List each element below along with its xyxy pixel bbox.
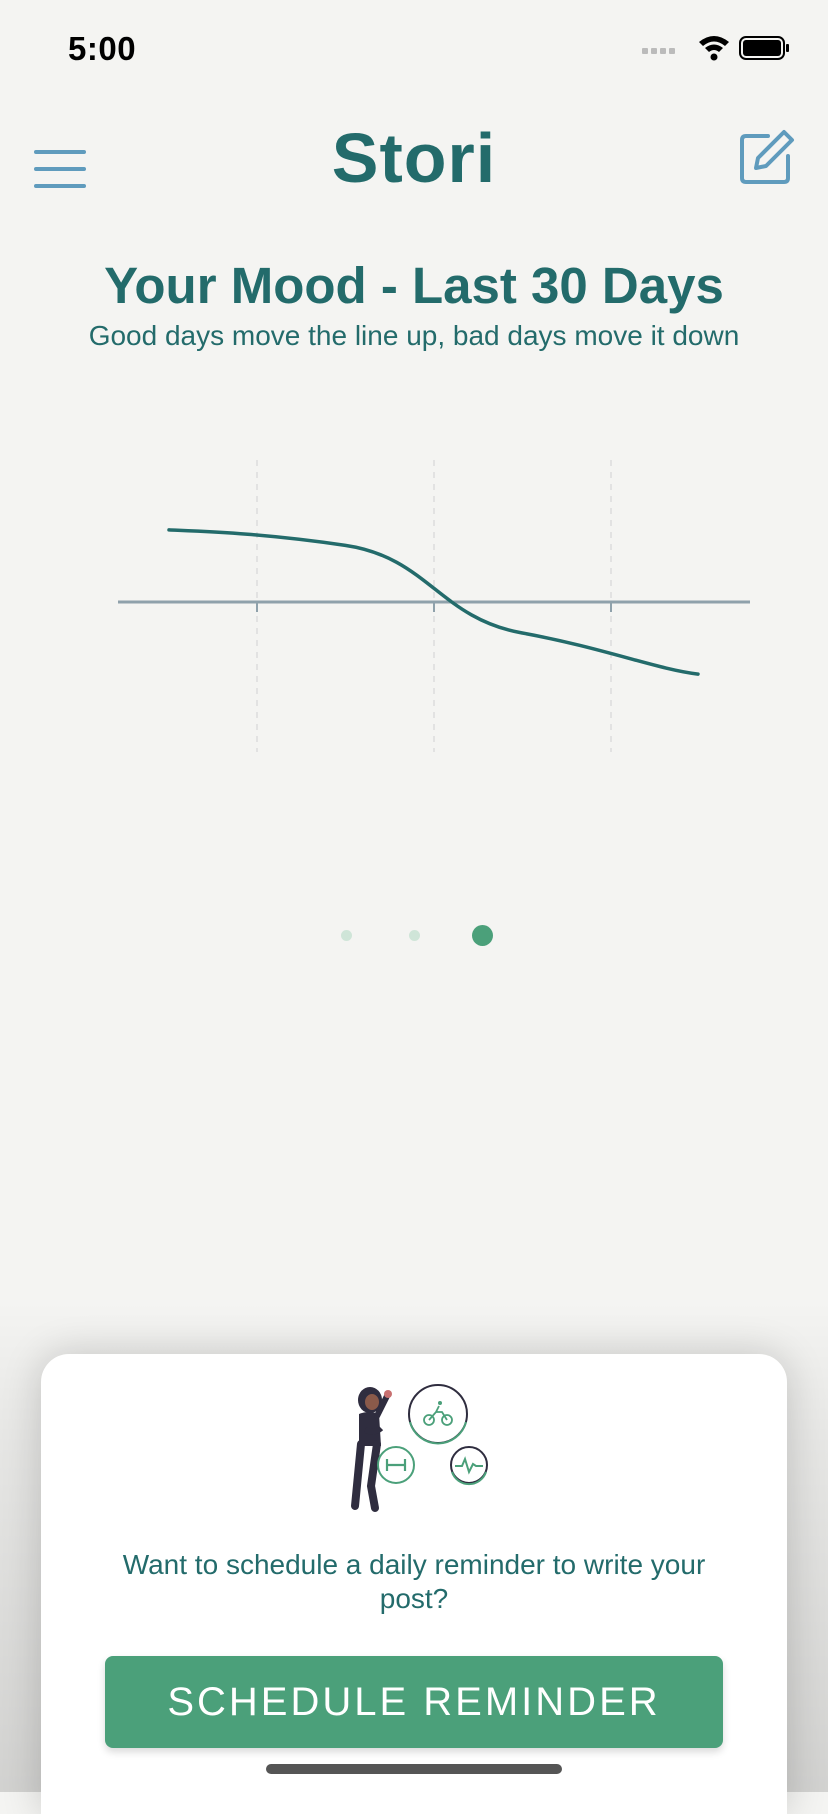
page-dot[interactable]: [409, 930, 420, 941]
schedule-reminder-button[interactable]: SCHEDULE REMINDER: [105, 1656, 723, 1748]
page-dot[interactable]: [341, 930, 352, 941]
bicycle-icon: [409, 1385, 467, 1443]
app-title: Stori: [0, 118, 828, 198]
edit-icon: [742, 132, 792, 182]
heartbeat-icon: [451, 1447, 487, 1484]
status-time: 5:00: [68, 30, 136, 68]
dumbbell-icon: [378, 1447, 414, 1483]
page-dot[interactable]: [472, 925, 493, 946]
person-illustration: [355, 1387, 392, 1508]
battery-icon: [740, 37, 789, 59]
compose-button[interactable]: [738, 128, 796, 186]
chart-title: Your Mood - Last 30 Days: [0, 256, 828, 315]
mood-chart: [0, 440, 828, 770]
home-indicator[interactable]: [266, 1764, 562, 1774]
status-bar: 5:00: [0, 0, 828, 100]
chart-subtitle: Good days move the line up, bad days mov…: [0, 320, 828, 352]
reminder-card: Want to schedule a daily reminder to wri…: [41, 1354, 787, 1814]
wifi-icon: [699, 36, 729, 61]
reminder-prompt: Want to schedule a daily reminder to wri…: [101, 1548, 727, 1616]
fitness-illustration: [335, 1384, 535, 1514]
status-icons: [642, 34, 792, 64]
cellular-signal-icon: [642, 48, 675, 54]
page-indicator[interactable]: [0, 925, 828, 955]
